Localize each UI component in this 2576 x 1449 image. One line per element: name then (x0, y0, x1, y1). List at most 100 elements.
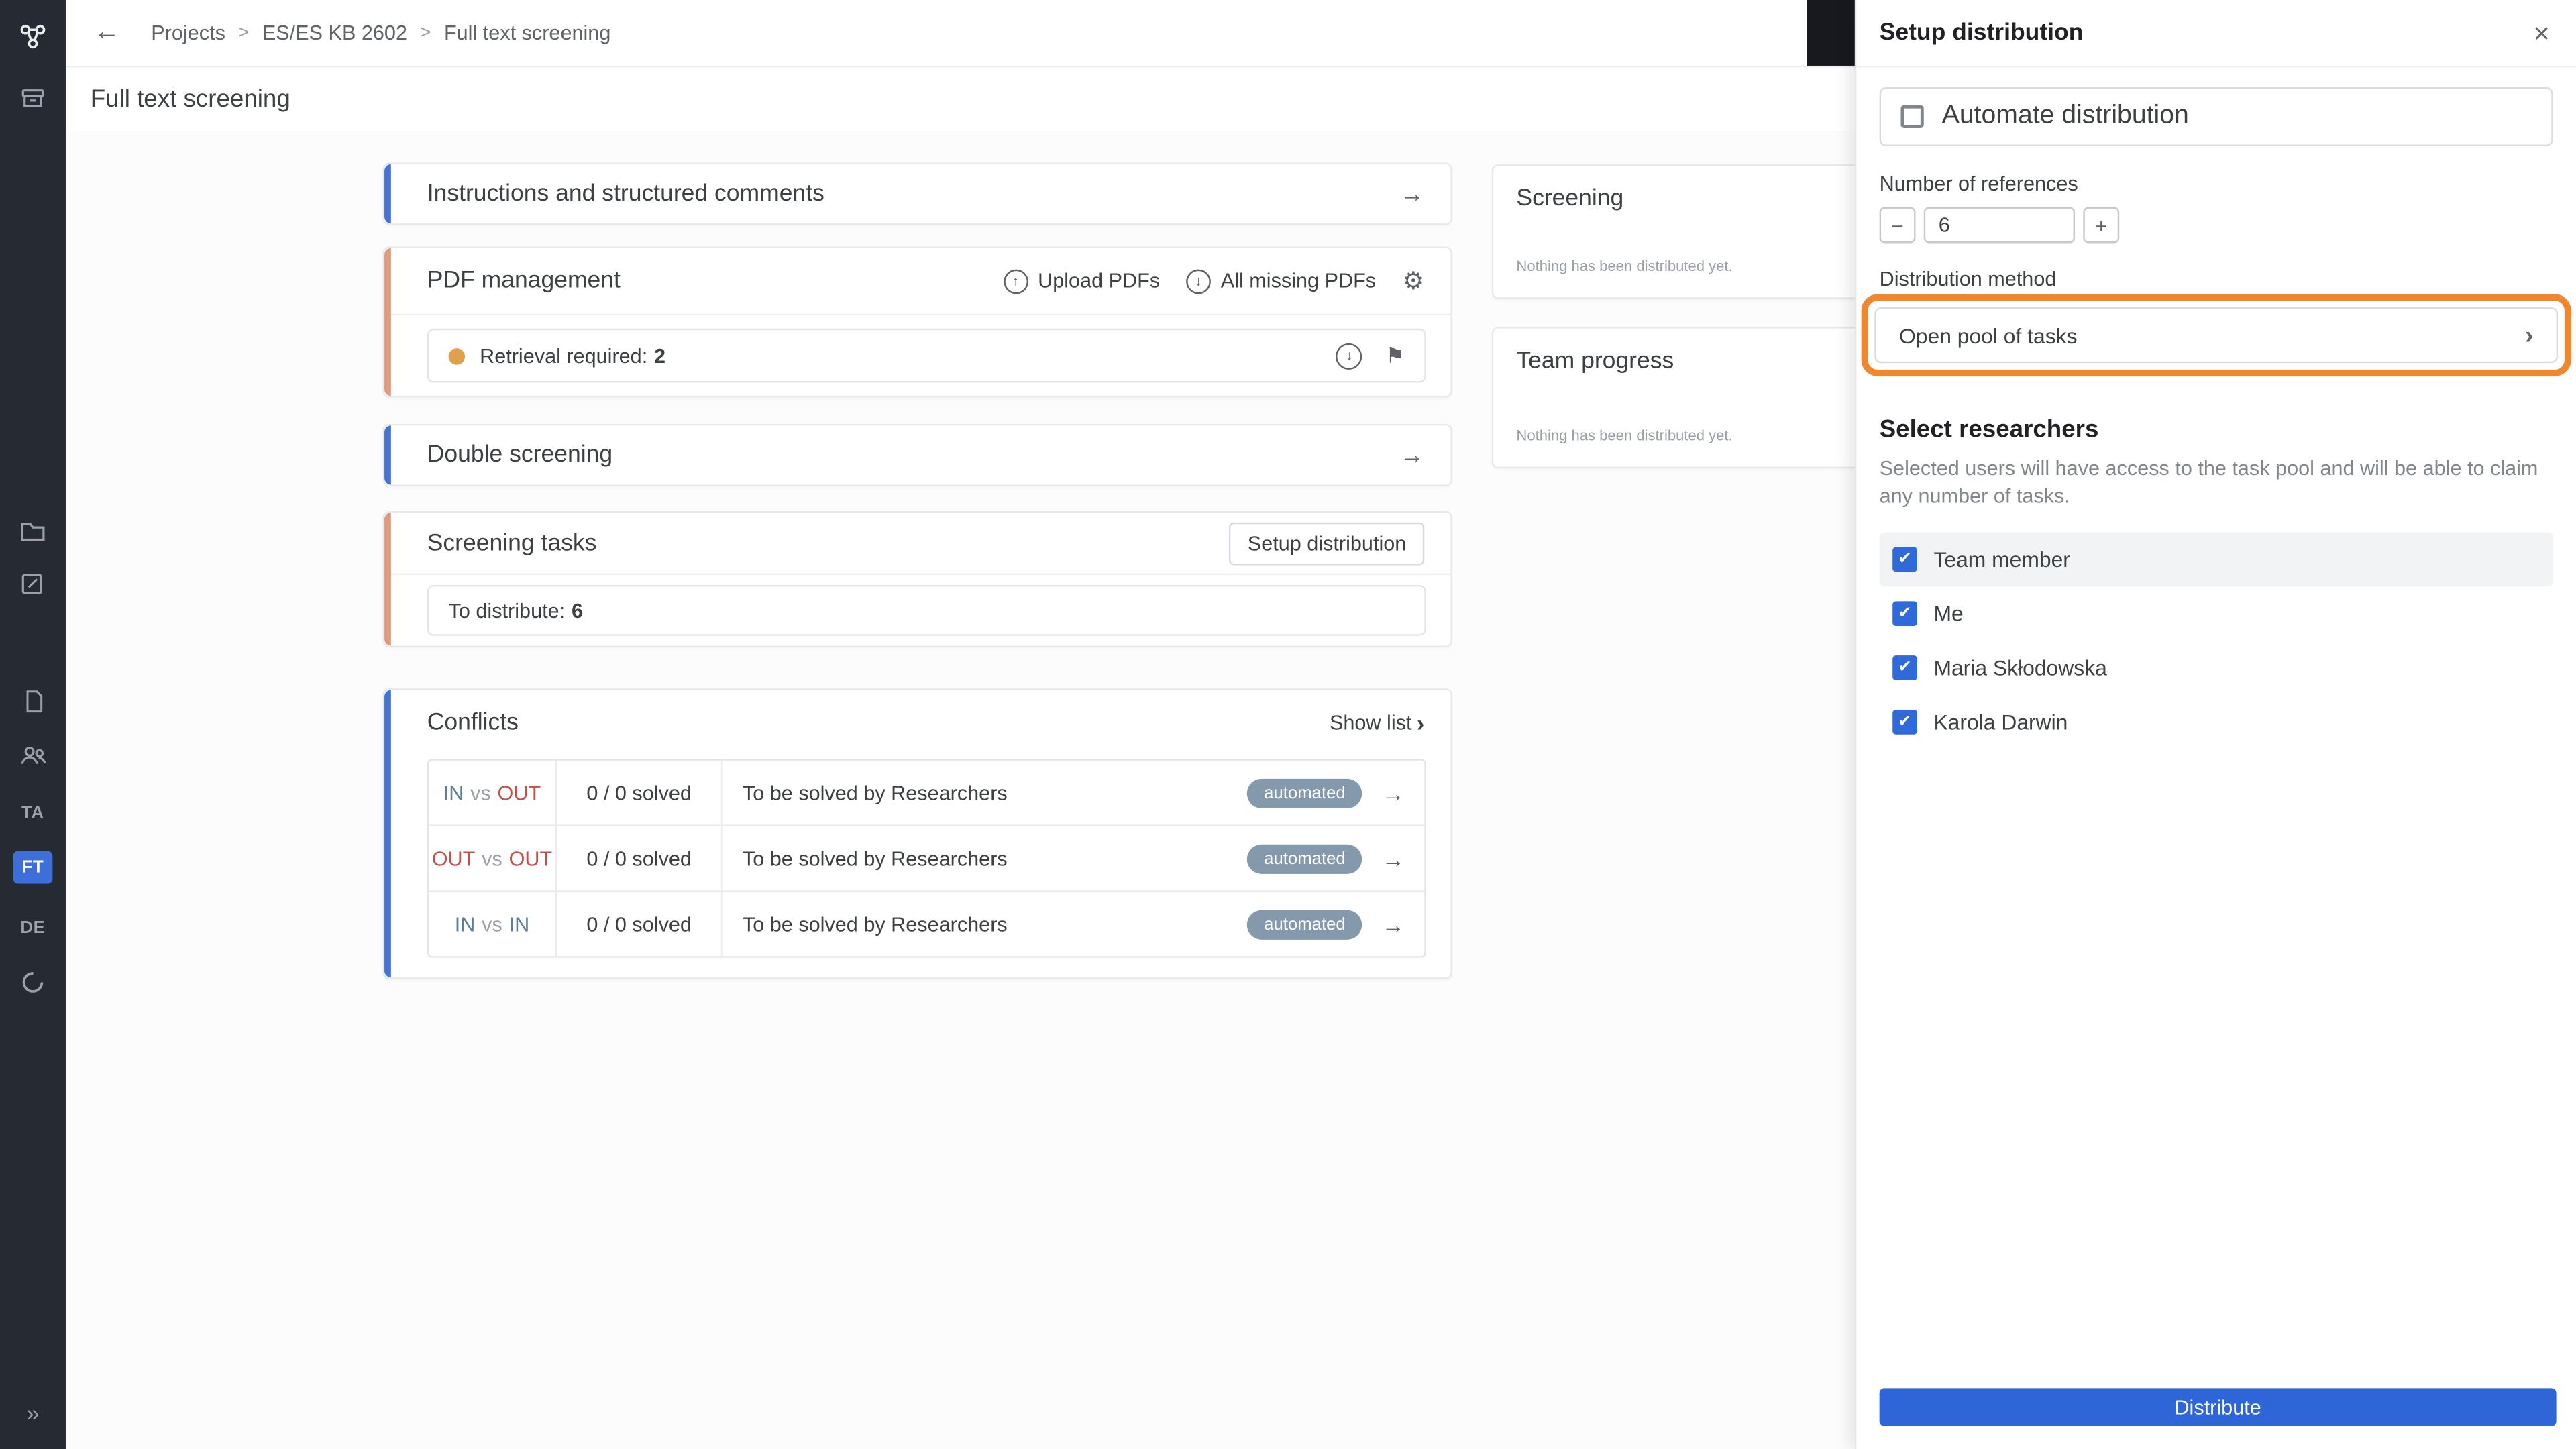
conflicts-title: Conflicts (427, 709, 519, 737)
researcher-row-me[interactable]: ✔ Me (1880, 586, 2553, 641)
app-logo[interactable] (0, 16, 66, 56)
vs-label: vs (470, 781, 491, 804)
conflicts-header: Conflicts Show list › (384, 690, 1450, 756)
retrieval-required-count: 2 (654, 344, 666, 368)
researcher-name: Karola Darwin (1933, 709, 2068, 735)
checkbox-checked-icon[interactable]: ✔ (1892, 709, 1917, 735)
back-button[interactable]: ← (85, 0, 128, 66)
increment-button[interactable]: + (2083, 207, 2120, 244)
pdf-management-title: PDF management (427, 268, 621, 294)
retrieval-status-dot (448, 347, 466, 364)
researcher-row-team-member[interactable]: ✔ Team member (1879, 531, 2553, 586)
researcher-name: Me (1933, 600, 1964, 626)
distribution-method-value: Open pool of tasks (1899, 323, 2078, 347)
conflict-left: IN (454, 912, 476, 936)
archive-icon[interactable] (0, 79, 66, 119)
app-window: TA FT DE » ← Projects > ES/ES KB 2602 > … (0, 0, 2576, 1449)
checkbox-checked-icon[interactable]: ✔ (1892, 655, 1917, 680)
checkbox-checked-icon[interactable]: ✔ (1892, 546, 1917, 572)
distribute-button[interactable]: Distribute (1879, 1388, 2557, 1426)
show-list-label: Show list (1329, 711, 1412, 735)
folder-icon[interactable] (0, 511, 66, 551)
conflict-right: IN (508, 912, 530, 936)
all-missing-pdfs-label: All missing PDFs (1220, 269, 1377, 292)
sidebar-item-de[interactable]: DE (0, 908, 66, 948)
checkbox-checked-icon[interactable]: ✔ (1892, 600, 1917, 626)
drawer-body: Automate distribution Number of referenc… (1856, 67, 2576, 1449)
conflict-count: 0 / 0 solved (557, 892, 723, 957)
conflict-left: OUT (431, 847, 476, 870)
automate-distribution-checkbox[interactable]: Automate distribution (1879, 87, 2553, 146)
edit-icon[interactable] (0, 564, 66, 603)
breadcrumb-current: Full text screening (443, 21, 611, 45)
sync-icon[interactable] (0, 963, 66, 1002)
conflicts-table: IN vs OUT 0 / 0 solved To be solved by Res… (427, 759, 1426, 958)
chevron-right-icon: › (1416, 709, 1425, 737)
expand-icon[interactable]: » (0, 1393, 66, 1433)
close-icon[interactable]: × (2533, 19, 2549, 47)
instructions-arrow-icon[interactable]: → (1400, 180, 1425, 208)
researcher-row-karola[interactable]: ✔ Karola Darwin (1880, 694, 2553, 749)
breadcrumb-project[interactable]: ES/ES KB 2602 (262, 21, 407, 44)
breadcrumb: Projects > ES/ES KB 2602 > Full text scr… (151, 0, 610, 66)
screening-tasks-header: Screening tasks Setup distribution (384, 513, 1450, 574)
instructions-card[interactable]: Instructions and structured comments → (382, 162, 1452, 225)
divider (384, 573, 1451, 576)
ta-label: TA (21, 803, 44, 823)
to-distribute-count: 6 (571, 598, 583, 622)
upload-pdfs-button[interactable]: ↑ Upload PDFs (1003, 268, 1161, 294)
chevron-right-icon: › (2525, 321, 2534, 350)
to-distribute-label: To distribute: (448, 598, 566, 622)
researcher-name: Maria Skłodowska (1933, 655, 2107, 680)
automated-badge: automated (1247, 843, 1362, 873)
page-title: Full text screening (90, 85, 290, 113)
select-researchers-description: Selected users will have access to the t… (1879, 456, 2538, 508)
all-missing-pdfs-button[interactable]: ↓ All missing PDFs (1186, 268, 1377, 294)
pdf-management-header: PDF management ↑ Upload PDFs ↓ All missi… (384, 248, 1450, 314)
team-icon[interactable] (0, 736, 66, 775)
vs-label: vs (482, 912, 502, 936)
conflict-arrow-icon[interactable]: → (1382, 845, 1405, 871)
drawer-title: Setup distribution (1879, 19, 2084, 46)
conflict-solver: To be solved by Researchers (742, 781, 1008, 804)
conflict-arrow-icon[interactable]: → (1382, 911, 1405, 937)
left-rail: TA FT DE » (0, 0, 66, 1449)
references-stepper: − + (1879, 207, 2553, 244)
references-input[interactable] (1923, 207, 2076, 244)
decrement-button[interactable]: − (1879, 207, 1916, 244)
topbar-partial-element (1807, 0, 1857, 66)
retrieve-download-icon[interactable]: ↓ (1336, 342, 1363, 369)
conflict-row-in-out: IN vs OUT 0 / 0 solved To be solved by Res… (429, 760, 1424, 825)
gear-icon[interactable]: ⚙ (1402, 266, 1424, 296)
double-screening-card[interactable]: Double screening → (382, 423, 1452, 486)
setup-distribution-button[interactable]: Setup distribution (1229, 521, 1425, 565)
upload-pdfs-label: Upload PDFs (1038, 269, 1161, 292)
conflict-solver: To be solved by Researchers (742, 847, 1008, 870)
sidebar-item-ft-active[interactable]: FT (0, 848, 66, 888)
flag-icon[interactable]: ⚑ (1385, 343, 1405, 369)
breadcrumb-projects[interactable]: Projects (151, 21, 225, 44)
conflict-count: 0 / 0 solved (557, 826, 723, 891)
sidebar-item-ta[interactable]: TA (0, 794, 66, 833)
setup-distribution-drawer: Setup distribution × Automate distributi… (1854, 0, 2576, 1449)
conflict-row-in-in: IN vs IN 0 / 0 solved To be solved by Rese… (429, 890, 1425, 957)
conflict-arrow-icon[interactable]: → (1382, 780, 1405, 806)
distribution-method-select[interactable]: Open pool of tasks › (1874, 307, 2559, 364)
checkbox-unchecked-icon[interactable] (1900, 105, 1924, 129)
conflict-row-out-out: OUT vs OUT 0 / 0 solved To be solved by Re… (429, 824, 1425, 891)
conflict-right: OUT (508, 847, 553, 870)
double-screening-arrow-icon[interactable]: → (1400, 441, 1425, 470)
breadcrumb-separator: > (420, 23, 431, 43)
screening-tasks-card: Screening tasks Setup distribution To di… (382, 511, 1452, 647)
screening-tasks-title: Screening tasks (427, 529, 597, 556)
annotation-highlight: Open pool of tasks › (1861, 294, 2571, 376)
download-icon: ↓ (1186, 268, 1212, 294)
conflict-solver: To be solved by Researchers (742, 912, 1008, 936)
retrieval-required-row: Retrieval required: 2 ↓ ⚑ (427, 328, 1426, 383)
cards-column: Instructions and structured comments → P… (382, 162, 1452, 979)
researcher-list: ✔ Team member ✔ Me ✔ Maria Skłodowska ✔ … (1879, 531, 2553, 749)
document-icon[interactable] (0, 682, 66, 721)
instructions-title: Instructions and structured comments (427, 180, 824, 207)
researcher-row-maria[interactable]: ✔ Maria Skłodowska (1880, 640, 2553, 694)
show-list-button[interactable]: Show list › (1330, 710, 1424, 736)
